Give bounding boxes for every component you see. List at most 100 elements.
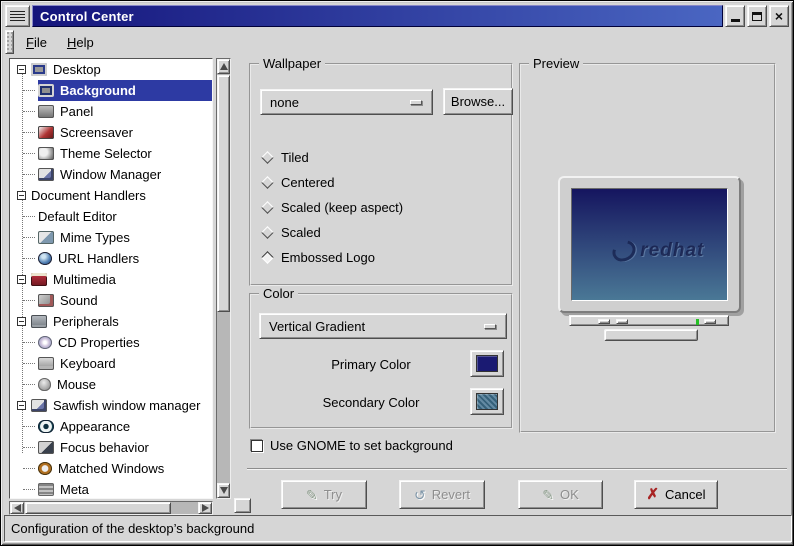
use-gnome-label: Use GNOME to set background xyxy=(270,438,453,453)
tree-item-default-editor[interactable]: Default Editor xyxy=(10,206,212,227)
color-legend: Color xyxy=(259,286,299,301)
tree-item-url-handlers[interactable]: URL Handlers xyxy=(10,248,212,269)
arrow-down-icon xyxy=(219,487,228,494)
try-icon: ✎ xyxy=(305,486,318,503)
collapse-icon[interactable] xyxy=(17,191,26,200)
menu-help[interactable]: Help xyxy=(57,29,104,55)
tree-item-background[interactable]: Background xyxy=(10,80,212,101)
ok-button[interactable]: ✎ OK xyxy=(518,480,603,509)
minimize-button[interactable] xyxy=(725,5,745,27)
tree-connector xyxy=(23,111,35,112)
tree-item-window-manager[interactable]: Window Manager xyxy=(10,164,212,185)
radio-label: Scaled xyxy=(281,224,321,240)
tree-item-multimedia[interactable]: Multimedia xyxy=(10,269,212,290)
revert-button[interactable]: ↺ Revert xyxy=(399,480,485,509)
tree-item-peripherals[interactable]: Peripherals xyxy=(10,311,212,332)
pane-resize-grip[interactable] xyxy=(234,498,251,513)
url-handlers-icon xyxy=(38,252,52,265)
radio-scaled-keep-aspect[interactable]: Scaled (keep aspect) xyxy=(261,197,403,217)
tree-item-screensaver[interactable]: Screensaver xyxy=(10,122,212,143)
tree-item-sawfish[interactable]: Sawfish window manager xyxy=(10,395,212,416)
titlebar-drag-area[interactable]: Control Center xyxy=(32,5,723,27)
scroll-down-button[interactable] xyxy=(217,483,230,498)
mouse-icon xyxy=(38,378,51,391)
tree-item-sound[interactable]: Sound xyxy=(10,290,212,311)
option-menu-indicator-icon xyxy=(484,324,496,329)
maximize-button[interactable] xyxy=(747,5,767,27)
monitor-stand xyxy=(569,315,729,326)
horizontal-scroll-thumb[interactable] xyxy=(25,502,171,514)
scroll-right-button[interactable] xyxy=(198,502,212,514)
tree-item-appearance[interactable]: Appearance xyxy=(10,416,212,437)
monitor-button-icon xyxy=(704,319,716,324)
tree-item-focus-behavior[interactable]: Focus behavior xyxy=(10,437,212,458)
gradient-type-dropdown[interactable]: Vertical Gradient xyxy=(259,313,507,339)
tree-item-matched-windows[interactable]: Matched Windows xyxy=(10,458,212,479)
preview-group: Preview redhat xyxy=(519,56,776,433)
vertical-scroll-thumb[interactable] xyxy=(217,75,230,312)
secondary-color-swatch xyxy=(476,393,498,410)
tree-item-cd-properties[interactable]: CD Properties xyxy=(10,332,212,353)
screensaver-icon xyxy=(38,126,54,139)
tree-connector xyxy=(23,363,35,364)
tree-item-panel[interactable]: Panel xyxy=(10,101,212,122)
menubar: File Help xyxy=(4,29,790,55)
tree-vertical-scrollbar[interactable] xyxy=(216,58,231,499)
wallpaper-group: Wallpaper none Browse... Tiled Centered … xyxy=(249,56,513,286)
tree-item-meta[interactable]: Meta xyxy=(10,479,212,498)
tree-connector xyxy=(23,468,35,469)
try-label: Try xyxy=(323,487,343,502)
menu-file[interactable]: File xyxy=(16,29,57,55)
ok-label: OK xyxy=(559,487,579,502)
tree-connector xyxy=(23,342,35,343)
cancel-button[interactable]: ✗ Cancel xyxy=(634,480,718,509)
redhat-logo-text: redhat xyxy=(640,240,705,262)
wallpaper-file-dropdown[interactable]: none xyxy=(260,89,433,115)
tree-item-label: CD Properties xyxy=(58,335,140,350)
browse-button[interactable]: Browse... xyxy=(443,88,513,115)
collapse-icon[interactable] xyxy=(17,65,26,74)
control-center-window: Control Center × File Help Desktop Backg… xyxy=(0,0,794,546)
tree-connector xyxy=(23,153,35,154)
tree-item-document-handlers[interactable]: Document Handlers xyxy=(10,185,212,206)
tree-horizontal-scrollbar[interactable] xyxy=(9,501,213,515)
tree-item-label: Peripherals xyxy=(53,314,119,329)
menubar-grip[interactable] xyxy=(5,30,14,54)
close-button[interactable]: × xyxy=(769,5,789,27)
tree-item-desktop[interactable]: Desktop xyxy=(10,59,212,80)
tree-item-theme-selector[interactable]: Theme Selector xyxy=(10,143,212,164)
tree-item-keyboard[interactable]: Keyboard xyxy=(10,353,212,374)
window-menu-button[interactable] xyxy=(5,5,30,27)
radio-scaled[interactable]: Scaled xyxy=(261,222,321,242)
try-button[interactable]: ✎ Try xyxy=(281,480,367,509)
cancel-label: Cancel xyxy=(665,487,706,502)
browse-button-label: Browse... xyxy=(450,94,506,109)
tree-item-mouse[interactable]: Mouse xyxy=(10,374,212,395)
statusbar-text: Configuration of the desktop’s backgroun… xyxy=(11,521,255,536)
primary-color-button[interactable] xyxy=(470,350,504,377)
tree-item-mime-types[interactable]: Mime Types xyxy=(10,227,212,248)
collapse-icon[interactable] xyxy=(17,275,26,284)
tree-item-label: Panel xyxy=(60,104,94,119)
use-gnome-checkbox-row[interactable]: Use GNOME to set background xyxy=(251,438,453,453)
radio-centered[interactable]: Centered xyxy=(261,172,334,192)
radio-icon xyxy=(261,175,274,189)
desktop-icon xyxy=(31,63,47,76)
revert-label: Revert xyxy=(431,487,471,502)
collapse-icon[interactable] xyxy=(17,317,26,326)
collapse-icon[interactable] xyxy=(17,401,26,410)
cd-properties-icon xyxy=(38,336,52,349)
scroll-up-button[interactable] xyxy=(217,59,230,74)
secondary-color-button[interactable] xyxy=(470,388,504,415)
revert-icon: ↺ xyxy=(413,486,426,503)
scroll-left-button[interactable] xyxy=(10,502,24,514)
sound-icon xyxy=(38,294,54,307)
checkbox-icon[interactable] xyxy=(251,439,263,452)
tree-connector xyxy=(23,216,35,217)
radio-embossed-logo[interactable]: Embossed Logo xyxy=(261,247,375,267)
tree-connector xyxy=(23,132,35,133)
monitor-preview: redhat xyxy=(558,176,741,313)
window-menu-icon xyxy=(10,10,25,22)
window-title: Control Center xyxy=(40,8,134,24)
radio-tiled[interactable]: Tiled xyxy=(261,147,309,167)
